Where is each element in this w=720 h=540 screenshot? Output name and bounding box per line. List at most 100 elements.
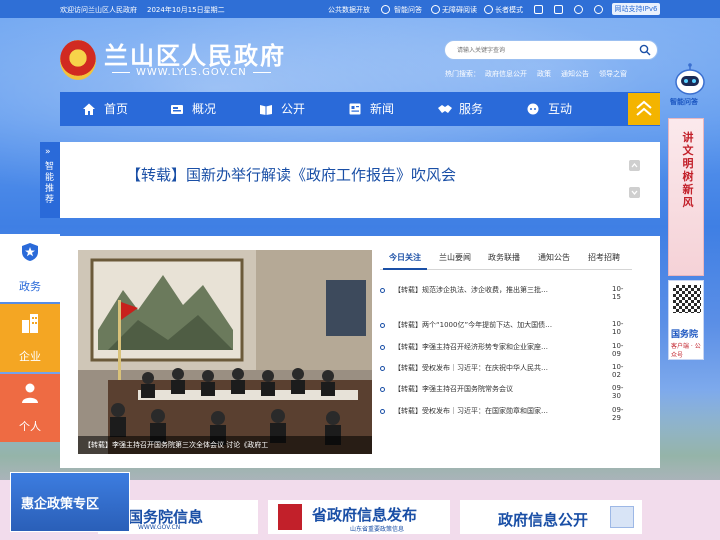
provincial-logo-icon — [278, 504, 302, 530]
top-bar: 欢迎访问兰山区人民政府 2024年10月15日星期二 公共数据开放 智能问答 无… — [0, 0, 720, 18]
news-title[interactable]: 【转载】李强主持召开国务院常务会议 — [394, 384, 572, 394]
nav-item-home[interactable]: 首页 — [82, 92, 142, 126]
nav-label: 概况 — [192, 102, 217, 116]
nav-label: 公开 — [281, 102, 306, 116]
site-url: WWW.LYLS.GOV.CN — [106, 67, 277, 78]
open-book-icon — [260, 105, 272, 115]
news-date: 10-09 — [612, 342, 624, 358]
nav-item-overview[interactable]: 概况 — [170, 92, 230, 126]
overview-icon — [171, 105, 183, 114]
meeting-photo-image — [78, 250, 372, 454]
nav-label: 新闻 — [370, 102, 395, 116]
search-icon[interactable] — [639, 44, 651, 56]
meeting-photo[interactable] — [78, 250, 372, 454]
news-icon — [349, 103, 361, 115]
carousel-dot[interactable] — [331, 457, 336, 459]
nav-item-interact[interactable]: 互动 — [526, 92, 586, 126]
open-data-link[interactable]: 公共数据开放 — [328, 5, 370, 15]
smart-qa-link[interactable]: 智能问答 — [394, 5, 422, 15]
nav-item-news[interactable]: 新闻 — [348, 92, 408, 126]
smart-recommend-label: 智能推荐 — [45, 162, 55, 205]
collapse-up-icon[interactable] — [628, 93, 660, 125]
enterprise-policy-banner[interactable]: 惠企政策专区 — [10, 472, 130, 532]
carousel-dot[interactable] — [324, 457, 329, 459]
ipv6-badge: 网站支持IPv6 — [612, 3, 660, 15]
carousel-dots[interactable] — [322, 444, 343, 463]
tab-lanshan-news[interactable]: 兰山要闻 — [439, 252, 471, 263]
news-date: 10-10 — [612, 320, 624, 336]
robot-assistant-icon[interactable] — [672, 62, 708, 100]
nav-label: 互动 — [548, 102, 573, 116]
handshake-icon — [438, 105, 452, 113]
side-tab-government[interactable]: 政务 — [0, 234, 60, 302]
news-date: 10-02 — [612, 363, 624, 379]
bullet-icon — [380, 409, 385, 414]
news-item[interactable]: 【转载】规范涉企执法、涉企收费，推出第三批… 10-15 — [380, 285, 632, 301]
bullet-icon — [380, 323, 385, 328]
double-chevron-icon: » — [45, 147, 51, 157]
side-tab-label: 企业 — [19, 350, 41, 363]
hot-search-label: 热门搜索： — [445, 70, 480, 78]
side-tab-personal[interactable]: 个人 — [0, 374, 60, 442]
welcome-text: 欢迎访问兰山区人民政府 — [60, 6, 137, 14]
smart-recommend-tab[interactable]: » 智能推荐 — [40, 142, 60, 218]
document-icon — [610, 506, 634, 528]
nav-item-open[interactable]: 公开 — [259, 92, 319, 126]
news-title[interactable]: 【转载】受权发布｜习近平：在庆祝中华人民共… — [394, 363, 572, 373]
search-box — [444, 40, 658, 60]
qr-code-icon — [673, 285, 701, 313]
hot-item-leaders[interactable]: 领导之窗 — [599, 69, 627, 79]
weibo-icon[interactable] — [574, 5, 583, 14]
app-icon[interactable] — [534, 5, 543, 14]
news-title[interactable]: 【转载】规范涉企执法、涉企收费，推出第三批… — [394, 285, 572, 295]
news-date: 09-29 — [612, 406, 624, 422]
side-tab-enterprise[interactable]: 企业 — [0, 304, 60, 372]
news-item[interactable]: 【转载】受权发布｜习近平：在庆祝中华人民共… 10-02 — [380, 363, 632, 379]
building-icon — [22, 314, 38, 333]
provincial-info-banner[interactable]: 省政府信息发布 山东省重要政策信息 — [268, 500, 450, 534]
civilization-banner[interactable]: 讲文明树新风 — [668, 118, 704, 276]
wechat-icon[interactable] — [594, 5, 603, 14]
news-title[interactable]: 【转载】受权发布｜习近平：在国家勋章和国家… — [394, 406, 572, 416]
news-date: 09-30 — [612, 384, 624, 400]
tab-today-focus[interactable]: 今日关注 — [389, 252, 421, 263]
accessible-reading-link[interactable]: 无障碍阅读 — [442, 5, 477, 15]
search-input[interactable] — [457, 44, 627, 57]
gov-info-open-banner[interactable]: 政府信息公开 — [460, 500, 642, 534]
site-title: 兰山区人民政府 — [104, 41, 286, 70]
nav-item-service[interactable]: 服务 — [437, 92, 497, 126]
tab-notices[interactable]: 通知公告 — [538, 252, 570, 263]
tab-gov-broadcast[interactable]: 政务联播 — [488, 252, 520, 263]
nav-label: 服务 — [459, 102, 484, 116]
hot-item-notice[interactable]: 通知公告 — [561, 69, 589, 79]
news-item[interactable]: 【转载】受权发布｜习近平：在国家勋章和国家… 09-29 — [380, 406, 632, 422]
state-council-url: WWW.GOV.CN — [138, 524, 181, 531]
main-nav: 首页 概况 公开 新闻 服务 互动 — [60, 92, 660, 126]
state-council-qr-card[interactable]: 国务院 客户端 · 公众号 — [668, 280, 704, 360]
side-tab-label: 个人 — [19, 420, 41, 433]
qr-subtitle: 客户端 · 公众号 — [671, 343, 701, 359]
qr-title: 国务院 — [671, 330, 699, 340]
enterprise-policy-text: 惠企政策专区 — [21, 497, 100, 512]
scroll-up-icon[interactable] — [629, 160, 640, 171]
scroll-down-icon[interactable] — [629, 187, 640, 198]
bullet-icon — [380, 387, 385, 392]
hot-item-policy[interactable]: 政策 — [537, 69, 551, 79]
news-title[interactable]: 【转载】李强主持召开经济形势专家和企业家座… — [394, 342, 572, 352]
news-item[interactable]: 【转载】两个“1000亿”今年提前下达、加大国债… 10-10 — [380, 320, 632, 336]
national-emblem-icon — [60, 40, 96, 80]
robot-small-icon — [381, 5, 390, 14]
news-title[interactable]: 【转载】两个“1000亿”今年提前下达、加大国债… — [394, 320, 572, 330]
robot-label[interactable]: 智能问答 — [670, 97, 698, 107]
bullet-icon — [380, 345, 385, 350]
mobile-icon[interactable] — [554, 5, 563, 14]
elder-mode-link[interactable]: 长者模式 — [495, 5, 523, 15]
accessibility-icon — [431, 5, 440, 14]
news-item[interactable]: 【转载】李强主持召开经济形势专家和企业家座… 10-09 — [380, 342, 632, 358]
smart-headline[interactable]: 【转载】国新办举行解读《政府工作报告》吹风会 — [126, 164, 456, 185]
news-item[interactable]: 【转载】李强主持召开国务院常务会议 09-30 — [380, 384, 632, 400]
carousel-dot[interactable] — [338, 457, 343, 459]
hot-item-open-info[interactable]: 政府信息公开 — [485, 69, 527, 79]
tab-recruitment[interactable]: 招考招聘 — [588, 252, 620, 263]
chat-icon — [527, 103, 539, 115]
